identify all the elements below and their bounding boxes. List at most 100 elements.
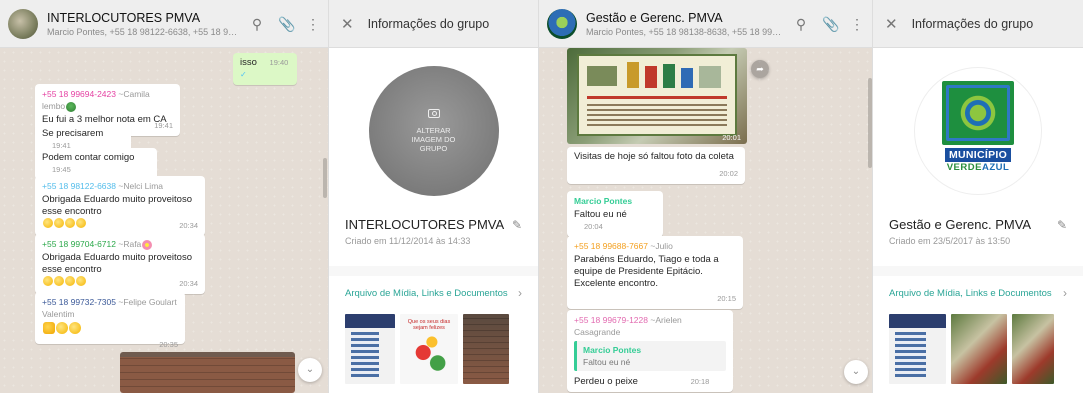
- sender-name[interactable]: Marcio Pontes: [574, 195, 656, 207]
- message-incoming[interactable]: Visitas de hoje só faltou foto da coleta…: [567, 147, 745, 184]
- media-links-docs-link[interactable]: Arquivo de Mídia, Links e Documentos: [889, 288, 1052, 299]
- attach-icon[interactable]: 📎: [278, 17, 295, 31]
- message-time: 19:40: [269, 58, 289, 67]
- sender-number[interactable]: +55 18 99732-7305: [42, 297, 116, 307]
- message-text: Faltou eu né: [574, 209, 627, 220]
- media-thumbnail[interactable]: [463, 314, 509, 384]
- read-check-icon: ✓: [240, 70, 247, 79]
- media-thumbnail[interactable]: Que os seus dias sejam felizes: [400, 314, 458, 384]
- message-incoming[interactable]: +55 18 98122-6638 ~Nelci Lima Obrigada E…: [35, 176, 205, 236]
- message-time: 20:18: [690, 377, 710, 386]
- group-created-date: Criado em 23/5/2017 às 13:50: [889, 236, 1011, 246]
- forward-icon[interactable]: ➦: [751, 60, 769, 78]
- change-group-photo-button[interactable]: ALTERAR IMAGEM DO GRUPO: [368, 65, 499, 196]
- chat-header[interactable]: Gestão e Gerenc. PMVA Marcio Pontes, +55…: [539, 0, 872, 48]
- info-title: Informações do grupo: [911, 16, 1034, 31]
- media-thumbnail[interactable]: [951, 314, 1007, 384]
- quote-sender: Marcio Pontes: [583, 345, 642, 355]
- change-photo-label: ALTERAR IMAGEM DO GRUPO: [411, 125, 456, 153]
- info-header: ✕ Informações do grupo: [329, 0, 538, 48]
- search-icon[interactable]: ⚲: [794, 17, 808, 31]
- sender-number[interactable]: +55 18 99704-6712: [42, 239, 116, 249]
- media-section[interactable]: Arquivo de Mídia, Links e Documentos ›: [873, 276, 1083, 393]
- message-incoming[interactable]: +55 18 99679-1228 ~Arielen Casagrande Ma…: [567, 310, 733, 392]
- sender-name: ~Julio: [650, 241, 673, 251]
- chat-title: INTERLOCUTORES PMVA: [47, 10, 201, 25]
- message-time: 20:35: [159, 339, 178, 349]
- group-created-date: Criado em 11/12/2014 às 14:33: [345, 236, 471, 246]
- quote-text: Faltou eu né: [583, 357, 631, 367]
- message-text: Obrigada Eduardo muito proveitoso esse e…: [42, 194, 192, 217]
- media-section[interactable]: Arquivo de Mídia, Links e Documentos › Q…: [329, 276, 538, 393]
- flower-emoji-icon: [142, 239, 153, 250]
- chevron-right-icon[interactable]: ›: [1063, 286, 1067, 300]
- group-name: Gestão e Gerenc. PMVA: [889, 217, 1032, 232]
- edit-pencil-icon[interactable]: ✎: [512, 218, 522, 232]
- group-photo-logo[interactable]: MUNICÍPIO VERDEAZUL: [914, 66, 1042, 195]
- chat-title: Gestão e Gerenc. PMVA: [586, 10, 723, 25]
- tree-emoji-icon: [66, 101, 77, 112]
- chat-participants: Marcio Pontes, +55 18 98122-6638, +55 18…: [47, 26, 242, 37]
- message-text: Podem contar comigo: [42, 152, 135, 163]
- sender-number[interactable]: +55 18 99688-7667: [574, 241, 648, 251]
- scrollbar[interactable]: [323, 158, 327, 198]
- message-incoming[interactable]: +55 18 99732-7305 ~Felipe Goulart Valent…: [35, 292, 185, 349]
- message-incoming[interactable]: Marcio Pontes Faltou eu né 20:04: [567, 191, 663, 237]
- sender-name: ~Rafa: [118, 239, 142, 249]
- close-icon[interactable]: ✕: [341, 15, 354, 33]
- message-incoming[interactable]: +55 18 99704-6712 ~Rafa Obrigada Eduardo…: [35, 234, 205, 294]
- sender-number[interactable]: +55 18 99679-1228: [574, 315, 648, 325]
- edit-pencil-icon[interactable]: ✎: [1057, 218, 1067, 232]
- message-text: Visitas de hoje só faltou foto da coleta: [574, 151, 734, 162]
- message-outgoing[interactable]: isso 19:40 ✓: [233, 53, 297, 85]
- message-list[interactable]: isso 19:40 ✓ +55 18 99694-2423 ~Camila l…: [0, 48, 328, 393]
- info-body: ALTERAR IMAGEM DO GRUPO INTERLOCUTORES P…: [329, 48, 538, 393]
- menu-icon[interactable]: ⋮: [850, 17, 864, 31]
- logo-text-verdeazul: VERDEAZUL: [946, 161, 1010, 173]
- municipio-logo-icon: [942, 80, 1014, 145]
- info-header: ✕ Informações do grupo: [873, 0, 1083, 48]
- message-time: 19:45: [52, 165, 71, 174]
- image-message[interactable]: [120, 352, 295, 393]
- search-icon[interactable]: ⚲: [250, 17, 264, 31]
- group-avatar[interactable]: [547, 8, 577, 39]
- group-info-panel-1: ✕ Informações do grupo ALTERAR IMAGEM DO…: [328, 0, 538, 393]
- attach-icon[interactable]: 📎: [822, 17, 839, 31]
- message-time: 20:04: [584, 222, 603, 231]
- media-thumbnail[interactable]: [889, 314, 946, 384]
- message-text: Perdeu o peixe: [574, 376, 638, 387]
- media-thumbnail[interactable]: [345, 314, 395, 384]
- quoted-message[interactable]: Marcio Pontes Faltou eu né: [574, 341, 726, 371]
- message-time: 20:02: [719, 169, 738, 178]
- chat-panel-gestao: Gestão e Gerenc. PMVA Marcio Pontes, +55…: [538, 0, 872, 393]
- scroll-down-icon[interactable]: ⌄: [298, 358, 322, 382]
- sender-number[interactable]: +55 18 99694-2423: [42, 89, 116, 99]
- group-avatar[interactable]: [8, 8, 38, 39]
- media-links-docs-link[interactable]: Arquivo de Mídia, Links e Documentos: [345, 288, 508, 299]
- chat-header[interactable]: INTERLOCUTORES PMVA Marcio Pontes, +55 1…: [0, 0, 328, 48]
- message-time: 20:15: [717, 294, 736, 303]
- message-incoming[interactable]: +55 18 99688-7667 ~Julio Parabéns Eduard…: [567, 236, 743, 309]
- sender-name: ~Nelci Lima: [118, 181, 164, 191]
- logo-text-municipio: MUNICÍPIO: [944, 147, 1012, 162]
- close-icon[interactable]: ✕: [885, 15, 898, 33]
- info-title: Informações do grupo: [367, 16, 490, 31]
- info-body: MUNICÍPIO VERDEAZUL Gestão e Gerenc. PMV…: [873, 48, 1083, 393]
- message-list[interactable]: 20:01 ➦ Visitas de hoje só faltou foto d…: [539, 48, 872, 393]
- group-profile-card: ALTERAR IMAGEM DO GRUPO INTERLOCUTORES P…: [329, 48, 538, 266]
- chevron-right-icon[interactable]: ›: [518, 286, 522, 300]
- message-time: 20:01: [722, 133, 741, 142]
- chat-panel-interlocutores: INTERLOCUTORES PMVA Marcio Pontes, +55 1…: [0, 0, 328, 393]
- sender-number[interactable]: +55 18 98122-6638: [42, 181, 116, 191]
- image-message[interactable]: 20:01: [567, 48, 747, 144]
- message-text: Parabéns Eduardo, Tiago e toda a equipe …: [574, 254, 719, 289]
- group-name: INTERLOCUTORES PMVA: [345, 217, 505, 232]
- camera-icon: [427, 108, 440, 118]
- media-thumbnail[interactable]: [1012, 314, 1054, 384]
- message-text: isso: [240, 57, 257, 68]
- menu-icon[interactable]: ⋮: [306, 17, 320, 31]
- group-profile-card: MUNICÍPIO VERDEAZUL Gestão e Gerenc. PMV…: [873, 48, 1083, 266]
- chat-participants: Marcio Pontes, +55 18 98138-8638, +55 18…: [586, 26, 786, 37]
- scroll-down-icon[interactable]: ⌄: [844, 360, 868, 384]
- message-text: Obrigada Eduardo muito proveitoso esse e…: [42, 252, 192, 275]
